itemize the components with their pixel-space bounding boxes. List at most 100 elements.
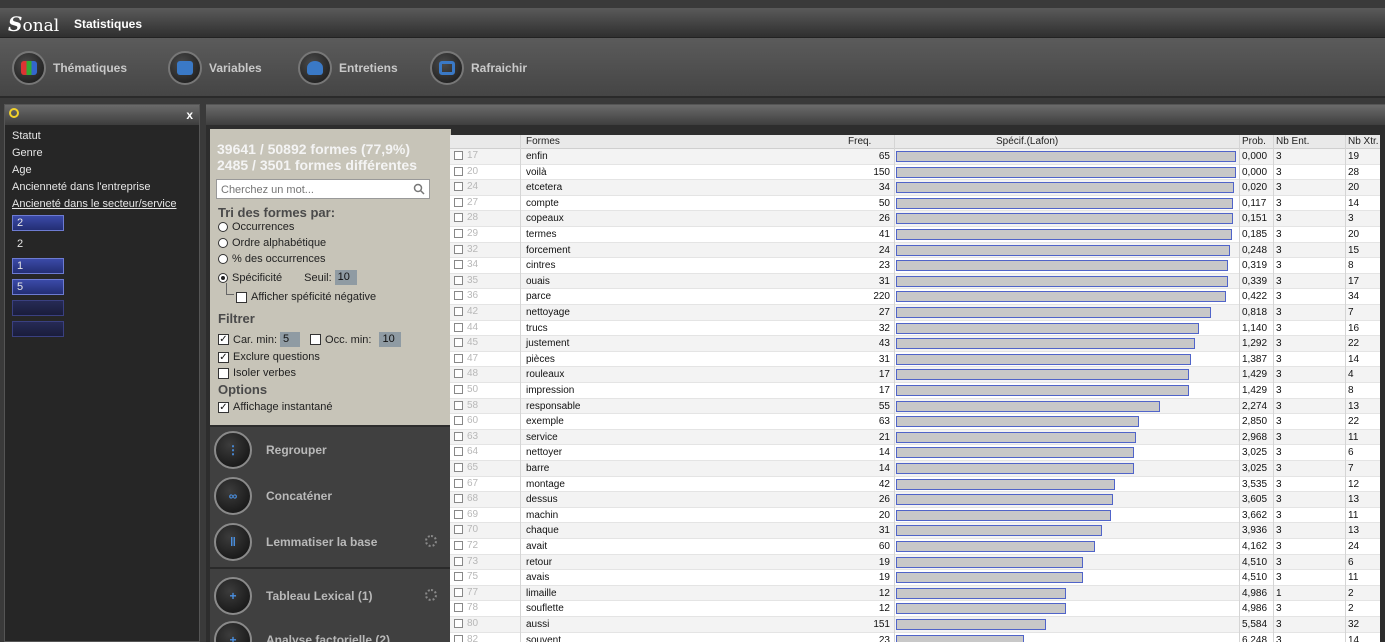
row-checkbox[interactable] <box>454 369 463 379</box>
row-checkbox[interactable] <box>454 509 463 519</box>
tri-pourcentage[interactable]: % des occurrences <box>218 253 326 265</box>
table-row[interactable]: 45 justement 43 1,292 3 22 <box>450 336 1380 352</box>
close-icon[interactable]: x <box>186 108 193 122</box>
variable-anciennete-entreprise[interactable]: Ancienneté dans l'entreprise <box>5 179 199 196</box>
header-prob[interactable]: Prob. <box>1242 136 1266 147</box>
table-row[interactable]: 75 avais 19 4,510 3 11 <box>450 570 1380 586</box>
row-checkbox[interactable] <box>454 494 463 504</box>
table-row[interactable]: 69 machin 20 3,662 3 11 <box>450 508 1380 524</box>
table-row[interactable]: 68 dessus 26 3,605 3 13 <box>450 492 1380 508</box>
concatener-button[interactable]: ∞ Concaténer <box>210 473 451 519</box>
table-row[interactable]: 72 avait 60 4,162 3 24 <box>450 539 1380 555</box>
variable-anciennete-secteur[interactable]: Ancieneté dans le secteur/service <box>5 196 199 213</box>
analyse-factorielle-button[interactable]: + Analyse factorielle (2) <box>210 617 451 642</box>
row-checkbox[interactable] <box>454 291 463 301</box>
table-row[interactable]: 42 nettoyage 27 0,818 3 7 <box>450 305 1380 321</box>
header-nb-ent[interactable]: Nb Ent. <box>1276 136 1309 147</box>
gear-icon[interactable] <box>425 535 437 547</box>
row-checkbox[interactable] <box>454 431 463 441</box>
tri-alphabetique[interactable]: Ordre alphabétique <box>218 237 326 249</box>
table-row[interactable]: 47 pièces 31 1,387 3 14 <box>450 352 1380 368</box>
row-checkbox[interactable] <box>454 572 463 582</box>
tri-specificite[interactable]: Spécificité Seuil: 10 <box>218 270 357 285</box>
row-checkbox[interactable] <box>454 229 463 238</box>
exclure-questions-toggle[interactable]: ✓ Exclure questions <box>218 351 320 363</box>
header-specif[interactable]: Spécif.(Lafon) <box>996 136 1058 147</box>
checkbox[interactable] <box>310 334 322 345</box>
occ-min-input[interactable]: 10 <box>379 332 402 347</box>
checkbox[interactable]: ✓ <box>218 351 229 363</box>
radio-button[interactable] <box>218 272 228 283</box>
modality-box[interactable] <box>12 300 64 316</box>
table-row[interactable]: 20 voilà 150 0,000 3 28 <box>450 165 1380 181</box>
thematiques-button[interactable]: Thématiques <box>12 50 127 86</box>
car-min-input[interactable]: 5 <box>280 332 301 347</box>
header-formes[interactable]: Formes <box>526 136 560 147</box>
row-checkbox[interactable] <box>454 556 463 566</box>
row-checkbox[interactable] <box>454 385 463 394</box>
tableau-lexical-button[interactable]: + Tableau Lexical (1) <box>210 573 451 619</box>
radio-button[interactable] <box>218 222 228 232</box>
row-checkbox[interactable] <box>454 213 463 223</box>
seuil-input[interactable]: 10 <box>334 270 357 285</box>
table-row[interactable]: 27 compte 50 0,117 3 14 <box>450 196 1380 212</box>
table-row[interactable]: 67 montage 42 3,535 3 12 <box>450 477 1380 493</box>
search-input[interactable] <box>217 181 401 199</box>
table-row[interactable]: 70 chaque 31 3,936 3 13 <box>450 523 1380 539</box>
tri-occurrences[interactable]: Occurrences <box>218 221 294 233</box>
lemmatiser-button[interactable]: ‖ Lemmatiser la base <box>210 519 451 565</box>
table-row[interactable]: 78 souflette 12 4,986 3 2 <box>450 601 1380 617</box>
variable-statut[interactable]: Statut <box>5 128 199 145</box>
row-checkbox[interactable] <box>454 634 463 642</box>
table-row[interactable]: 73 retour 19 4,510 3 6 <box>450 554 1380 571</box>
row-checkbox[interactable] <box>454 338 463 348</box>
table-row[interactable]: 77 limaille 12 4,986 1 2 <box>450 585 1380 602</box>
table-row[interactable]: 80 aussi 151 5,584 3 32 <box>450 617 1380 633</box>
checkbox[interactable] <box>236 291 247 303</box>
row-checkbox[interactable] <box>454 197 463 207</box>
entretiens-button[interactable]: Entretiens <box>298 50 398 86</box>
table-row[interactable]: 32 forcement 24 0,248 3 15 <box>450 242 1380 259</box>
table-row[interactable]: 50 impression 17 1,429 3 8 <box>450 383 1380 399</box>
row-checkbox[interactable] <box>454 151 463 160</box>
row-checkbox[interactable] <box>454 307 463 316</box>
row-checkbox[interactable] <box>454 275 463 285</box>
modality-box[interactable]: 2 <box>12 236 64 252</box>
search-icon[interactable] <box>413 183 425 195</box>
table-row[interactable]: 29 termes 41 0,185 3 20 <box>450 227 1380 243</box>
table-row[interactable]: 36 parce 220 0,422 3 34 <box>450 289 1380 305</box>
table-row[interactable]: 35 ouais 31 0,339 3 17 <box>450 273 1380 290</box>
table-row[interactable]: 58 responsable 55 2,274 3 13 <box>450 398 1380 415</box>
row-checkbox[interactable] <box>454 541 463 550</box>
modality-box[interactable]: 2 <box>12 215 64 231</box>
row-checkbox[interactable] <box>454 619 463 628</box>
gear-icon[interactable] <box>425 589 437 601</box>
affichage-instantane-toggle[interactable]: ✓ Affichage instantané <box>218 401 332 413</box>
checkbox[interactable] <box>218 367 229 379</box>
row-checkbox[interactable] <box>454 166 463 176</box>
row-checkbox[interactable] <box>454 322 463 332</box>
table-row[interactable]: 63 service 21 2,968 3 11 <box>450 429 1380 446</box>
table-row[interactable]: 34 cintres 23 0,319 3 8 <box>450 258 1380 274</box>
row-checkbox[interactable] <box>454 244 463 254</box>
regrouper-button[interactable]: ⋮ Regrouper <box>210 427 451 473</box>
table-row[interactable]: 82 souvent 23 6,248 3 14 <box>450 633 1380 642</box>
row-checkbox[interactable] <box>454 400 463 410</box>
row-checkbox[interactable] <box>454 416 463 426</box>
rafraichir-button[interactable]: Rafraichir <box>430 50 527 86</box>
modality-box[interactable]: 5 <box>12 279 64 295</box>
row-checkbox[interactable] <box>454 478 463 488</box>
table-row[interactable]: 44 trucs 32 1,140 3 16 <box>450 321 1380 337</box>
negative-specificity-toggle[interactable]: Afficher spéficité négative <box>236 291 376 303</box>
isoler-verbes-toggle[interactable]: Isoler verbes <box>218 367 296 379</box>
row-checkbox[interactable] <box>454 353 463 363</box>
variable-genre[interactable]: Genre <box>5 145 199 162</box>
row-checkbox[interactable] <box>454 587 463 597</box>
row-checkbox[interactable] <box>454 525 463 535</box>
row-checkbox[interactable] <box>454 447 463 457</box>
row-checkbox[interactable] <box>454 182 463 192</box>
variables-button[interactable]: Variables <box>168 50 262 86</box>
row-checkbox[interactable] <box>454 603 463 613</box>
table-row[interactable]: 28 copeaux 26 0,151 3 3 <box>450 211 1380 227</box>
row-checkbox[interactable] <box>454 260 463 270</box>
